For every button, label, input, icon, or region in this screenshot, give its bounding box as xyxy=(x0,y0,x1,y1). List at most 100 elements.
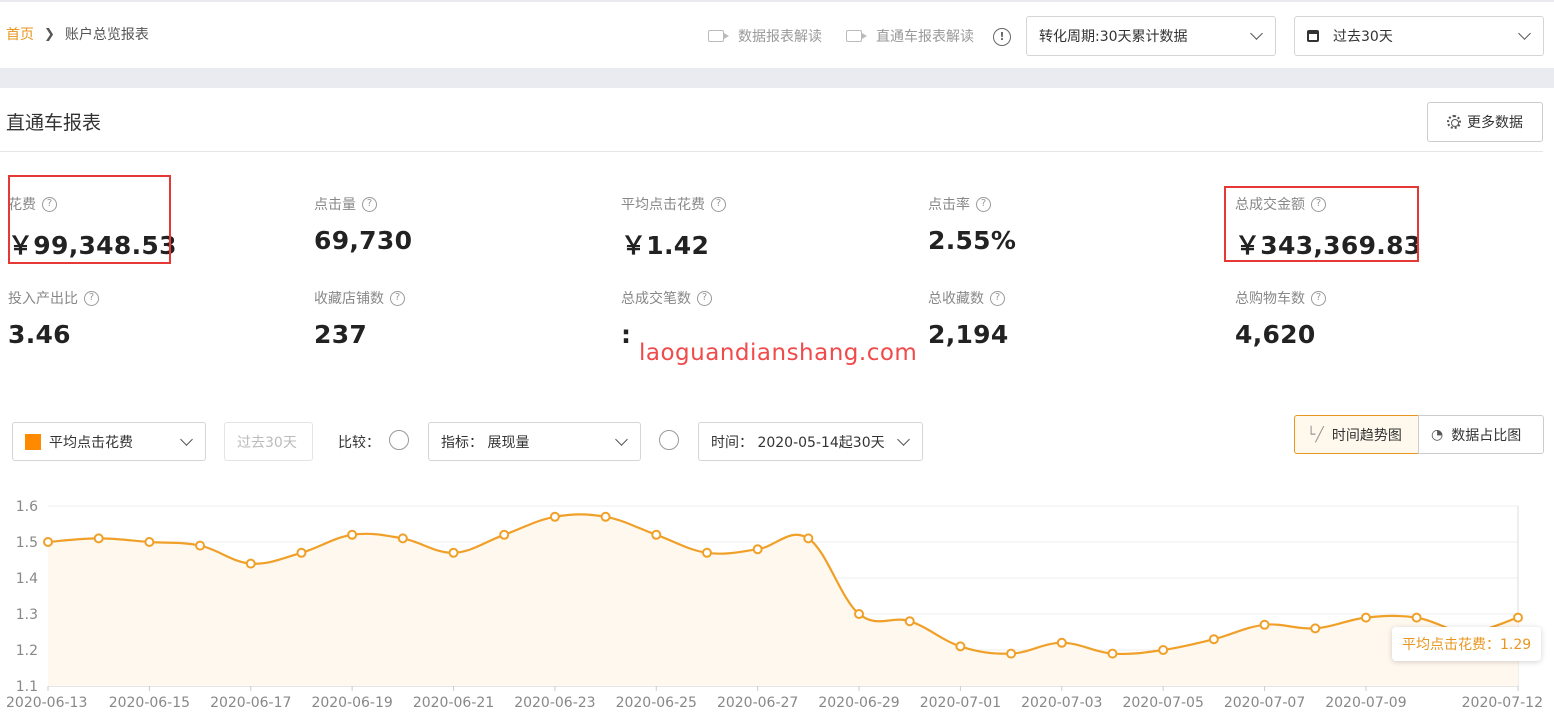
data-point[interactable] xyxy=(854,609,865,619)
pie-chart-icon: ◔ xyxy=(1431,426,1444,443)
data-point[interactable] xyxy=(1259,619,1270,630)
more-data-label: 更多数据 xyxy=(1467,115,1523,131)
series-color-swatch xyxy=(25,433,41,450)
indicator-value: 指标： 展现量 xyxy=(441,434,530,451)
x-tick-label: 2020-06-15 xyxy=(109,695,190,711)
data-point[interactable] xyxy=(144,537,155,547)
tab-trend-chart[interactable]: └╱ 时间趋势图 xyxy=(1294,415,1419,454)
section-title: 直通车报表 xyxy=(6,112,102,134)
chevron-down-icon xyxy=(897,433,910,446)
data-point[interactable] xyxy=(499,529,510,540)
data-point[interactable] xyxy=(245,558,256,569)
data-point[interactable] xyxy=(1158,645,1169,655)
data-report-guide-link[interactable]: 数据报表解读 xyxy=(708,26,822,46)
info-icon[interactable]: ! xyxy=(993,28,1011,46)
data-point[interactable] xyxy=(1056,637,1067,648)
data-point[interactable] xyxy=(448,547,459,558)
y-tick-label: 1.4 xyxy=(16,571,38,587)
time-compare-radio[interactable] xyxy=(659,430,679,450)
data-point[interactable] xyxy=(1360,612,1371,623)
x-tick-label: 2020-07-05 xyxy=(1122,695,1203,711)
help-icon[interactable]: ? xyxy=(697,290,712,306)
ztc-report-guide-link[interactable]: 直通车报表解读 xyxy=(846,26,974,46)
metric-value: ￥1.42 xyxy=(621,231,710,260)
metric-total-cart[interactable]: 总购物车数? 4,620 xyxy=(1235,288,1326,349)
range-button-label: 过去30天 xyxy=(237,434,297,451)
watermark-text: laoguandianshang.com xyxy=(639,340,918,366)
series-area xyxy=(48,514,1518,686)
help-icon[interactable]: ? xyxy=(390,290,405,306)
indicator-select[interactable]: 指标： 展现量 xyxy=(428,422,641,461)
x-tick-label: 2020-07-03 xyxy=(1021,695,1102,711)
data-point[interactable] xyxy=(1513,612,1523,623)
y-tick-label: 1.2 xyxy=(16,643,38,659)
date-range-select[interactable]: 过去30天 xyxy=(1294,16,1544,56)
help-icon[interactable]: ? xyxy=(1311,290,1326,306)
data-point[interactable] xyxy=(195,540,206,551)
x-tick-label: 2020-07-12 xyxy=(1462,695,1543,711)
metric-label: 总购物车数 xyxy=(1235,291,1305,307)
data-point[interactable] xyxy=(1310,623,1321,634)
metric-value: 69,730 xyxy=(314,226,413,255)
metric-value: 2,194 xyxy=(928,320,1009,349)
chevron-down-icon xyxy=(180,433,193,446)
metric-avg-cpc[interactable]: 平均点击花费? ￥1.42 xyxy=(621,194,726,262)
x-tick-label: 2020-06-27 xyxy=(717,695,798,711)
breadcrumb: 首页 ❯ 账户总览报表 xyxy=(6,24,149,44)
data-point[interactable] xyxy=(651,529,662,540)
line-chart: 1.1 1.2 1.3 1.4 1.5 1.6 2020-06-13 2020-06-15 2… xyxy=(6,499,1543,711)
data-point[interactable] xyxy=(600,511,611,522)
help-icon[interactable]: ? xyxy=(990,290,1005,306)
data-point[interactable] xyxy=(1107,648,1118,659)
data-point[interactable] xyxy=(1006,648,1017,659)
data-point[interactable] xyxy=(1208,634,1219,645)
x-tick-label: 2020-06-19 xyxy=(311,695,392,711)
data-report-guide-label: 数据报表解读 xyxy=(738,29,822,45)
metric-total-favorites[interactable]: 总收藏数? 2,194 xyxy=(928,288,1009,349)
divider xyxy=(0,151,1543,152)
chevron-down-icon xyxy=(1518,27,1531,40)
tab-share-chart[interactable]: ◔ 数据占比图 xyxy=(1418,415,1544,454)
conversion-period-select[interactable]: 转化周期:30天累计数据 xyxy=(1026,16,1276,56)
data-point[interactable] xyxy=(803,533,814,544)
data-point[interactable] xyxy=(93,533,104,544)
video-icon xyxy=(708,30,729,42)
compare-radio[interactable] xyxy=(389,430,409,450)
y-tick-label: 1.1 xyxy=(16,679,38,695)
metric-roi[interactable]: 投入产出比? 3.46 xyxy=(8,288,99,349)
x-tick-label: 2020-07-01 xyxy=(920,695,1001,711)
metric-label: 收藏店铺数 xyxy=(314,291,384,307)
data-point[interactable] xyxy=(1411,612,1422,623)
data-point[interactable] xyxy=(752,544,763,555)
x-tick-label: 2020-07-07 xyxy=(1224,695,1305,711)
data-point[interactable] xyxy=(347,529,358,540)
more-data-button[interactable]: 更多数据 xyxy=(1427,102,1543,142)
gear-icon xyxy=(1447,115,1461,129)
data-point[interactable] xyxy=(955,641,966,652)
ztc-report-guide-label: 直通车报表解读 xyxy=(876,29,974,45)
breadcrumb-home-link[interactable]: 首页 xyxy=(6,24,34,44)
y-tick-label: 1.5 xyxy=(16,535,38,551)
help-icon[interactable]: ? xyxy=(362,196,377,212)
range-button[interactable]: 过去30天 xyxy=(224,422,313,461)
data-point[interactable] xyxy=(701,547,712,558)
metric-label: 平均点击花费 xyxy=(621,197,705,213)
data-point[interactable] xyxy=(296,547,307,558)
tab-trend-label: 时间趋势图 xyxy=(1331,427,1402,444)
metric-clicks[interactable]: 点击量? 69,730 xyxy=(314,194,412,255)
data-point[interactable] xyxy=(397,533,408,544)
chart-metric-select[interactable]: 平均点击花费 xyxy=(12,422,206,461)
chevron-right-icon: ❯ xyxy=(44,26,55,42)
metric-shop-favorites[interactable]: 收藏店铺数? 237 xyxy=(314,288,405,349)
metric-ctr[interactable]: 点击率? 2.55% xyxy=(928,194,1016,255)
highlight-box-spend xyxy=(8,175,171,264)
x-tick-label: 2020-06-21 xyxy=(413,695,494,711)
data-point[interactable] xyxy=(904,616,915,627)
help-icon[interactable]: ? xyxy=(711,196,726,212)
time-select[interactable]: 时间： 2020-05-14起30天 xyxy=(698,422,923,461)
data-point[interactable] xyxy=(549,511,560,522)
help-icon[interactable]: ? xyxy=(84,290,99,306)
help-icon[interactable]: ? xyxy=(976,196,991,212)
top-bar: 首页 ❯ 账户总览报表 数据报表解读 直通车报表解读 ! 转化周期:30天累计数… xyxy=(0,0,1554,68)
data-point[interactable] xyxy=(43,537,53,547)
